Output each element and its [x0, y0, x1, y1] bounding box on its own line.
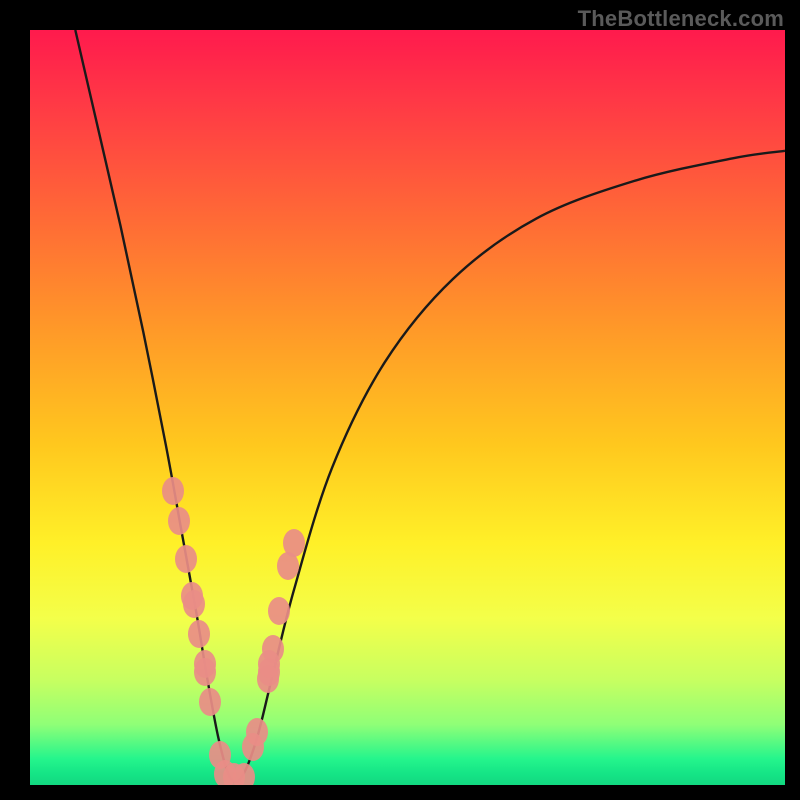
watermark-text: TheBottleneck.com: [578, 6, 784, 32]
chart-frame: TheBottleneck.com: [0, 0, 800, 800]
plot-area: [30, 30, 785, 785]
background-gradient: [30, 30, 785, 785]
